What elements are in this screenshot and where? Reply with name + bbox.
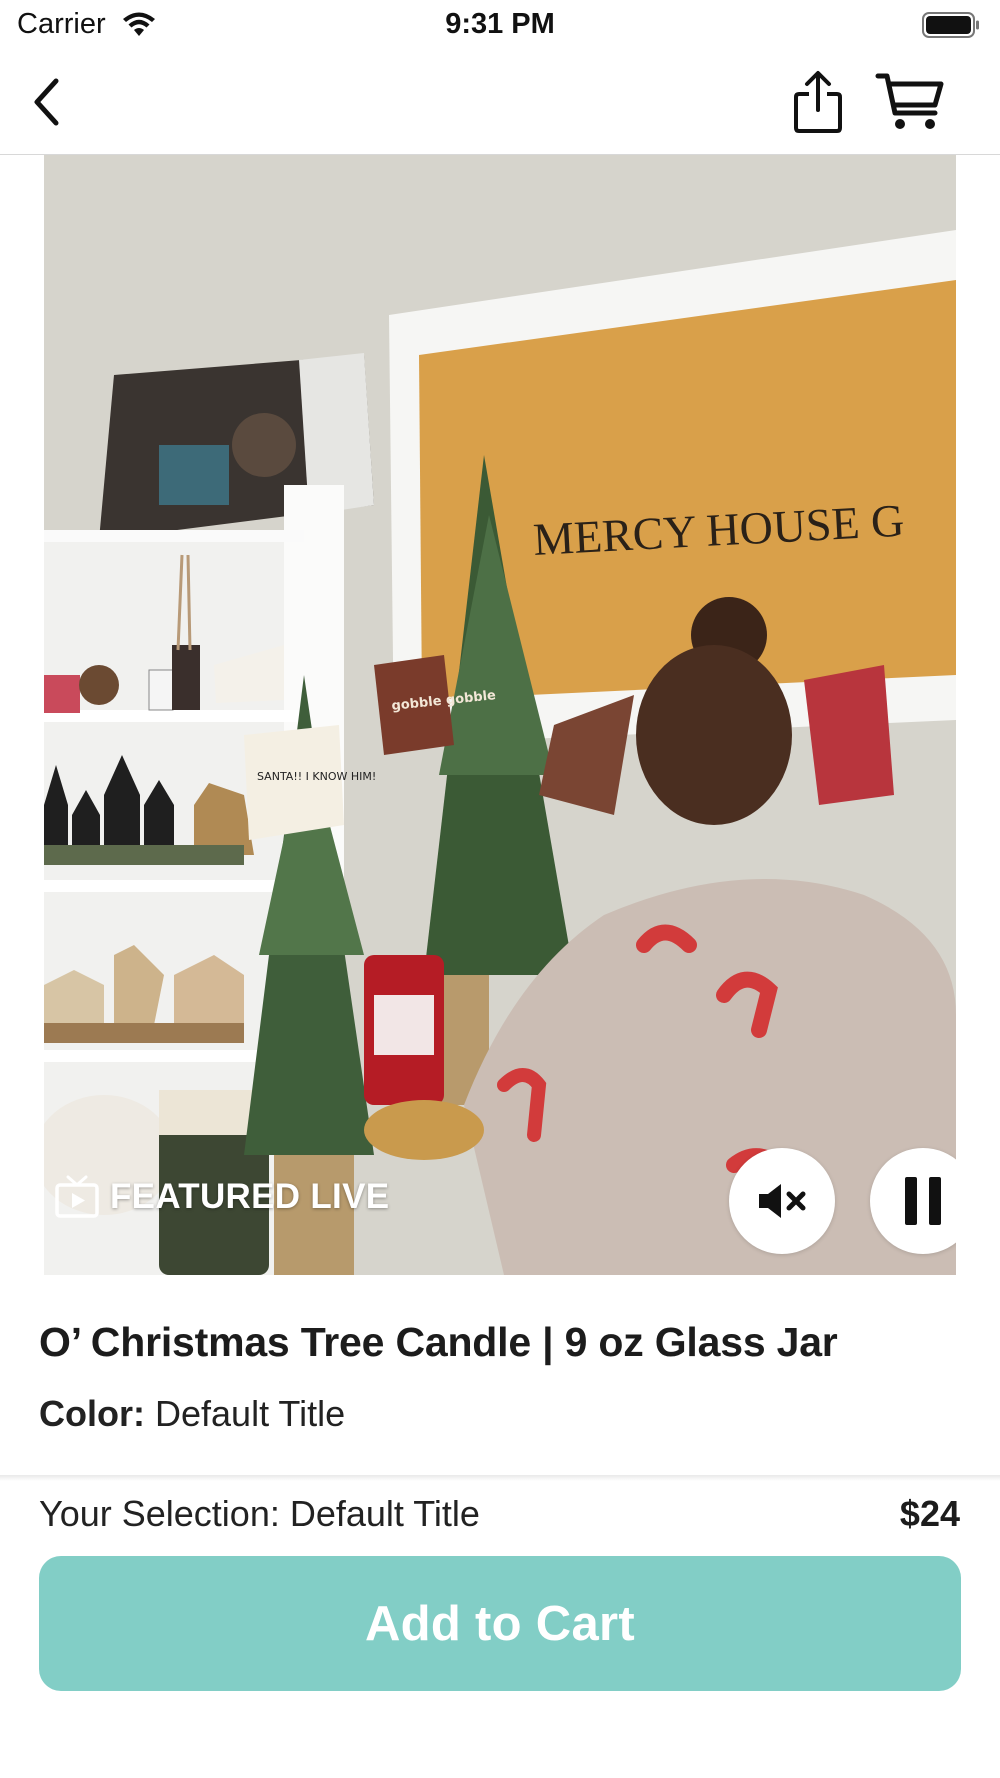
color-value: Default Title bbox=[155, 1393, 346, 1434]
product-screen: Carrier 9:31 PM MERCY HOUSE G gobble gob… bbox=[0, 0, 1000, 1778]
product-title: O’ Christmas Tree Candle | 9 oz Glass Ja… bbox=[39, 1319, 838, 1365]
cart-button[interactable] bbox=[872, 72, 950, 132]
featured-live-label: FEATURED LIVE bbox=[110, 1177, 390, 1216]
nav-bar bbox=[0, 52, 1000, 155]
status-bar: Carrier 9:31 PM bbox=[0, 0, 1000, 52]
selection-text: Your Selection: Default Title bbox=[39, 1493, 480, 1534]
color-option-row[interactable]: Color: Default Title bbox=[39, 1393, 345, 1435]
featured-live-badge: FEATURED LIVE bbox=[54, 1175, 389, 1219]
pause-icon bbox=[905, 1177, 941, 1225]
speaker-muted-icon bbox=[759, 1184, 806, 1218]
live-video-player[interactable]: MERCY HOUSE G gobble gobble SANTA!! I KN… bbox=[44, 155, 956, 1275]
santa-tag: SANTA!! I KNOW HIM! bbox=[257, 770, 376, 783]
status-time: 9:31 PM bbox=[445, 8, 555, 40]
cart-icon bbox=[875, 73, 944, 129]
chevron-left-icon bbox=[34, 78, 59, 126]
video-frame: MERCY HOUSE G gobble gobble SANTA!! I KN… bbox=[44, 155, 956, 1275]
product-sheet: O’ Christmas Tree Candle | 9 oz Glass Ja… bbox=[0, 1275, 1000, 1778]
sheet-divider bbox=[0, 1475, 1000, 1481]
battery-icon bbox=[922, 12, 979, 38]
color-label: Color: bbox=[39, 1393, 145, 1434]
tv-play-icon bbox=[55, 1175, 99, 1218]
share-icon bbox=[794, 71, 842, 133]
mute-button[interactable] bbox=[729, 1148, 835, 1254]
product-price: $24 bbox=[899, 1493, 960, 1534]
back-button[interactable] bbox=[22, 72, 72, 132]
share-button[interactable] bbox=[783, 71, 853, 133]
add-to-cart-button[interactable]: Add to Cart bbox=[39, 1556, 961, 1691]
